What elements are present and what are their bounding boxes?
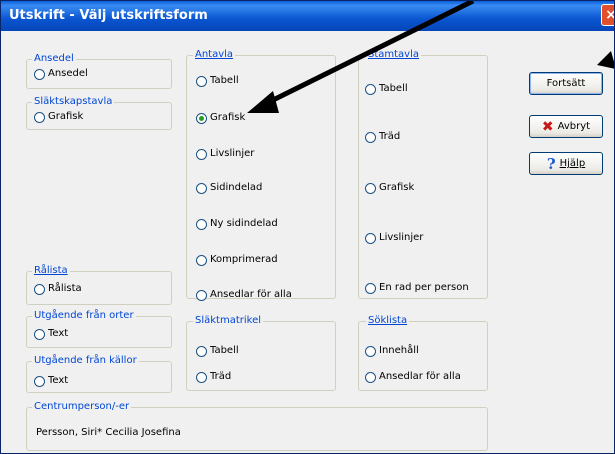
- radio-stamtavla-tabell[interactable]: Tabell: [365, 83, 408, 95]
- radio-button[interactable]: [365, 182, 376, 194]
- radio-label: Text: [48, 375, 69, 386]
- radio-stamtavla-grafisk[interactable]: Grafisk: [365, 182, 414, 194]
- radio-antavla-sidindelad[interactable]: Sidindelad: [196, 182, 262, 194]
- radio-slaktskapstavla-grafisk[interactable]: Grafisk: [34, 111, 83, 123]
- radio-button[interactable]: [34, 375, 45, 387]
- radio-stamtavla-en-rad-per-person[interactable]: En rad per person: [365, 282, 469, 294]
- radio-button[interactable]: [365, 282, 376, 294]
- radio-stamtavla-trad[interactable]: Träd: [365, 131, 400, 143]
- radio-label: Ansedlar för alla: [210, 289, 292, 300]
- dialog-client-area: Ansedel Ansedel Släktskapstavla Grafisk …: [1, 31, 614, 453]
- radio-label: Tabell: [210, 75, 239, 86]
- radio-label: Ansedlar för alla: [379, 371, 461, 382]
- radio-label: Träd: [379, 131, 401, 142]
- cancel-button[interactable]: ✖ Avbryt: [529, 115, 603, 138]
- radio-label: Livslinjer: [379, 232, 424, 243]
- radio-button[interactable]: [365, 232, 376, 244]
- window-title: Utskrift - Välj utskriftsform: [9, 8, 208, 23]
- radio-antavla-ansedlar-for-alla[interactable]: Ansedlar för alla: [196, 289, 292, 301]
- close-icon: ×: [605, 7, 614, 23]
- radio-label: Ansedel: [48, 68, 88, 79]
- radio-button[interactable]: [196, 75, 207, 87]
- radio-label: Komprimerad: [210, 254, 278, 265]
- radio-button[interactable]: [196, 371, 207, 383]
- radio-button[interactable]: [365, 371, 376, 383]
- continue-button-label: Fortsätt: [546, 78, 586, 89]
- radio-antavla-livslinjer[interactable]: Livslinjer: [196, 148, 254, 160]
- radio-button[interactable]: [365, 131, 376, 143]
- radio-button[interactable]: [365, 345, 376, 357]
- radio-orter-text[interactable]: Text: [34, 328, 68, 340]
- radio-button[interactable]: [365, 83, 376, 95]
- group-label-antavla: Antavla: [193, 49, 236, 61]
- radio-soklista-innehall[interactable]: Innehåll: [365, 345, 419, 357]
- group-label-ralista: Rålista: [32, 265, 70, 277]
- radio-label: Träd: [210, 371, 232, 382]
- radio-stamtavla-livslinjer[interactable]: Livslinjer: [365, 232, 423, 244]
- radio-button-selected[interactable]: [196, 112, 207, 124]
- radio-label: Livslinjer: [210, 148, 255, 159]
- radio-button[interactable]: [196, 289, 207, 301]
- radio-antavla-grafisk[interactable]: Grafisk: [196, 112, 245, 124]
- radio-label: Tabell: [210, 345, 239, 356]
- group-label-slaktmatrikel: Släktmatrikel: [193, 315, 264, 327]
- group-label-ansedel: Ansedel: [32, 53, 76, 65]
- group-label-slaktskapstavla: Släktskapstavla: [32, 96, 115, 108]
- radio-ralista[interactable]: Rålista: [34, 283, 82, 295]
- radio-button[interactable]: [34, 283, 45, 295]
- radio-slaktmatrikel-trad[interactable]: Träd: [196, 371, 231, 383]
- radio-label: En rad per person: [379, 282, 469, 293]
- radio-slaktmatrikel-tabell[interactable]: Tabell: [196, 345, 239, 357]
- group-label-kallor: Utgående från källor: [32, 355, 139, 367]
- radio-label: Grafisk: [379, 182, 415, 193]
- radio-antavla-komprimerad[interactable]: Komprimerad: [196, 254, 278, 266]
- help-button[interactable]: ? Hjälp: [529, 152, 603, 175]
- radio-label: Sidindelad: [210, 182, 263, 193]
- radio-button[interactable]: [196, 218, 207, 230]
- radio-button[interactable]: [34, 328, 45, 340]
- radio-button[interactable]: [196, 182, 207, 194]
- radio-ansedel[interactable]: Ansedel: [34, 68, 88, 80]
- radio-label: Tabell: [379, 83, 408, 94]
- question-mark-icon: ?: [546, 154, 556, 173]
- radio-label: Grafisk: [210, 112, 246, 123]
- title-bar[interactable]: Utskrift - Välj utskriftsform ×: [1, 1, 614, 31]
- radio-button[interactable]: [34, 111, 45, 123]
- radio-label: Grafisk: [48, 111, 84, 122]
- radio-antavla-tabell[interactable]: Tabell: [196, 75, 239, 87]
- print-dialog-window: Utskrift - Välj utskriftsform × Ansedel …: [0, 0, 615, 454]
- radio-button[interactable]: [196, 254, 207, 266]
- continue-button[interactable]: Fortsätt: [529, 72, 603, 95]
- red-x-icon: ✖: [541, 118, 554, 135]
- group-label-orter: Utgående från orter: [32, 310, 136, 322]
- group-label-soklista: Söklista: [366, 315, 410, 327]
- radio-button[interactable]: [34, 68, 45, 80]
- radio-button[interactable]: [196, 148, 207, 160]
- group-label-stamtavla: Stamtavla: [366, 49, 422, 61]
- radio-button[interactable]: [196, 345, 207, 357]
- centrumperson-value: Persson, Siri* Cecilia Josefina: [36, 427, 181, 438]
- radio-label: Innehåll: [379, 345, 419, 356]
- radio-kallor-text[interactable]: Text: [34, 375, 68, 387]
- close-button[interactable]: ×: [601, 4, 614, 26]
- cancel-button-label: Avbryt: [557, 121, 591, 132]
- group-label-centrumperson: Centrumperson/-er: [32, 401, 132, 413]
- radio-antavla-ny-sidindelad[interactable]: Ny sidindelad: [196, 218, 278, 230]
- help-button-label: Hjälp: [559, 158, 586, 169]
- radio-soklista-ansedlar-for-alla[interactable]: Ansedlar för alla: [365, 371, 461, 383]
- radio-label: Text: [48, 328, 69, 339]
- radio-label: Ny sidindelad: [210, 218, 278, 229]
- radio-label: Rålista: [48, 283, 82, 294]
